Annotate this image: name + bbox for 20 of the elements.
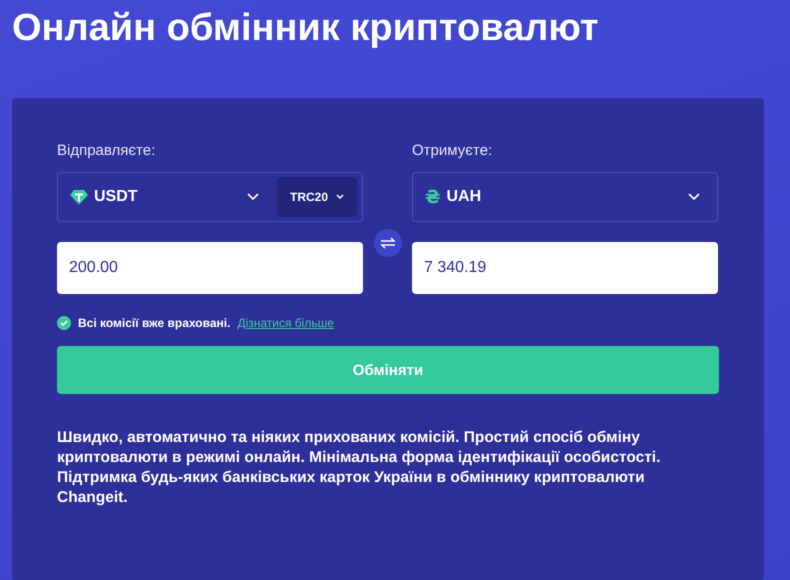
chevron-down-icon	[688, 193, 700, 201]
currency-name: UAH	[446, 188, 482, 206]
fees-note: Всі комісії вже враховані.	[78, 316, 230, 330]
description-text: Швидко, автоматично та ніяких прихованих комісій. Простий спосіб обміну криптовалюти в режимі онлайн. Мінімальна форма ідентифікації особистості. Підтримка будь-яких банківських карток України в обміннику криптовалюти Changeit.	[57, 428, 662, 508]
receive-amount-field[interactable]: 7 340.19	[412, 242, 718, 294]
swap-arrows-icon	[380, 236, 396, 250]
chevron-down-icon	[336, 194, 344, 200]
tether-icon	[70, 189, 88, 205]
chevron-down-icon	[247, 193, 259, 201]
send-currency-select[interactable]: USDT TRC20	[57, 172, 363, 222]
receive-currency-select[interactable]: ₴ UAH	[412, 172, 718, 222]
send-label: Відправляєте:	[57, 142, 156, 161]
learn-more-link[interactable]: Дізнатися більше	[237, 316, 334, 330]
hryvnia-sign: ₴	[425, 186, 440, 208]
currency-name: USDT	[94, 188, 139, 206]
send-amount-field[interactable]: 200.00	[57, 242, 363, 294]
network-select[interactable]: TRC20	[277, 177, 357, 217]
swap-button[interactable]	[374, 229, 402, 257]
page-title: Онлайн обмінник криптовалют	[12, 6, 600, 51]
receive-label: Отримуєте:	[412, 142, 494, 161]
